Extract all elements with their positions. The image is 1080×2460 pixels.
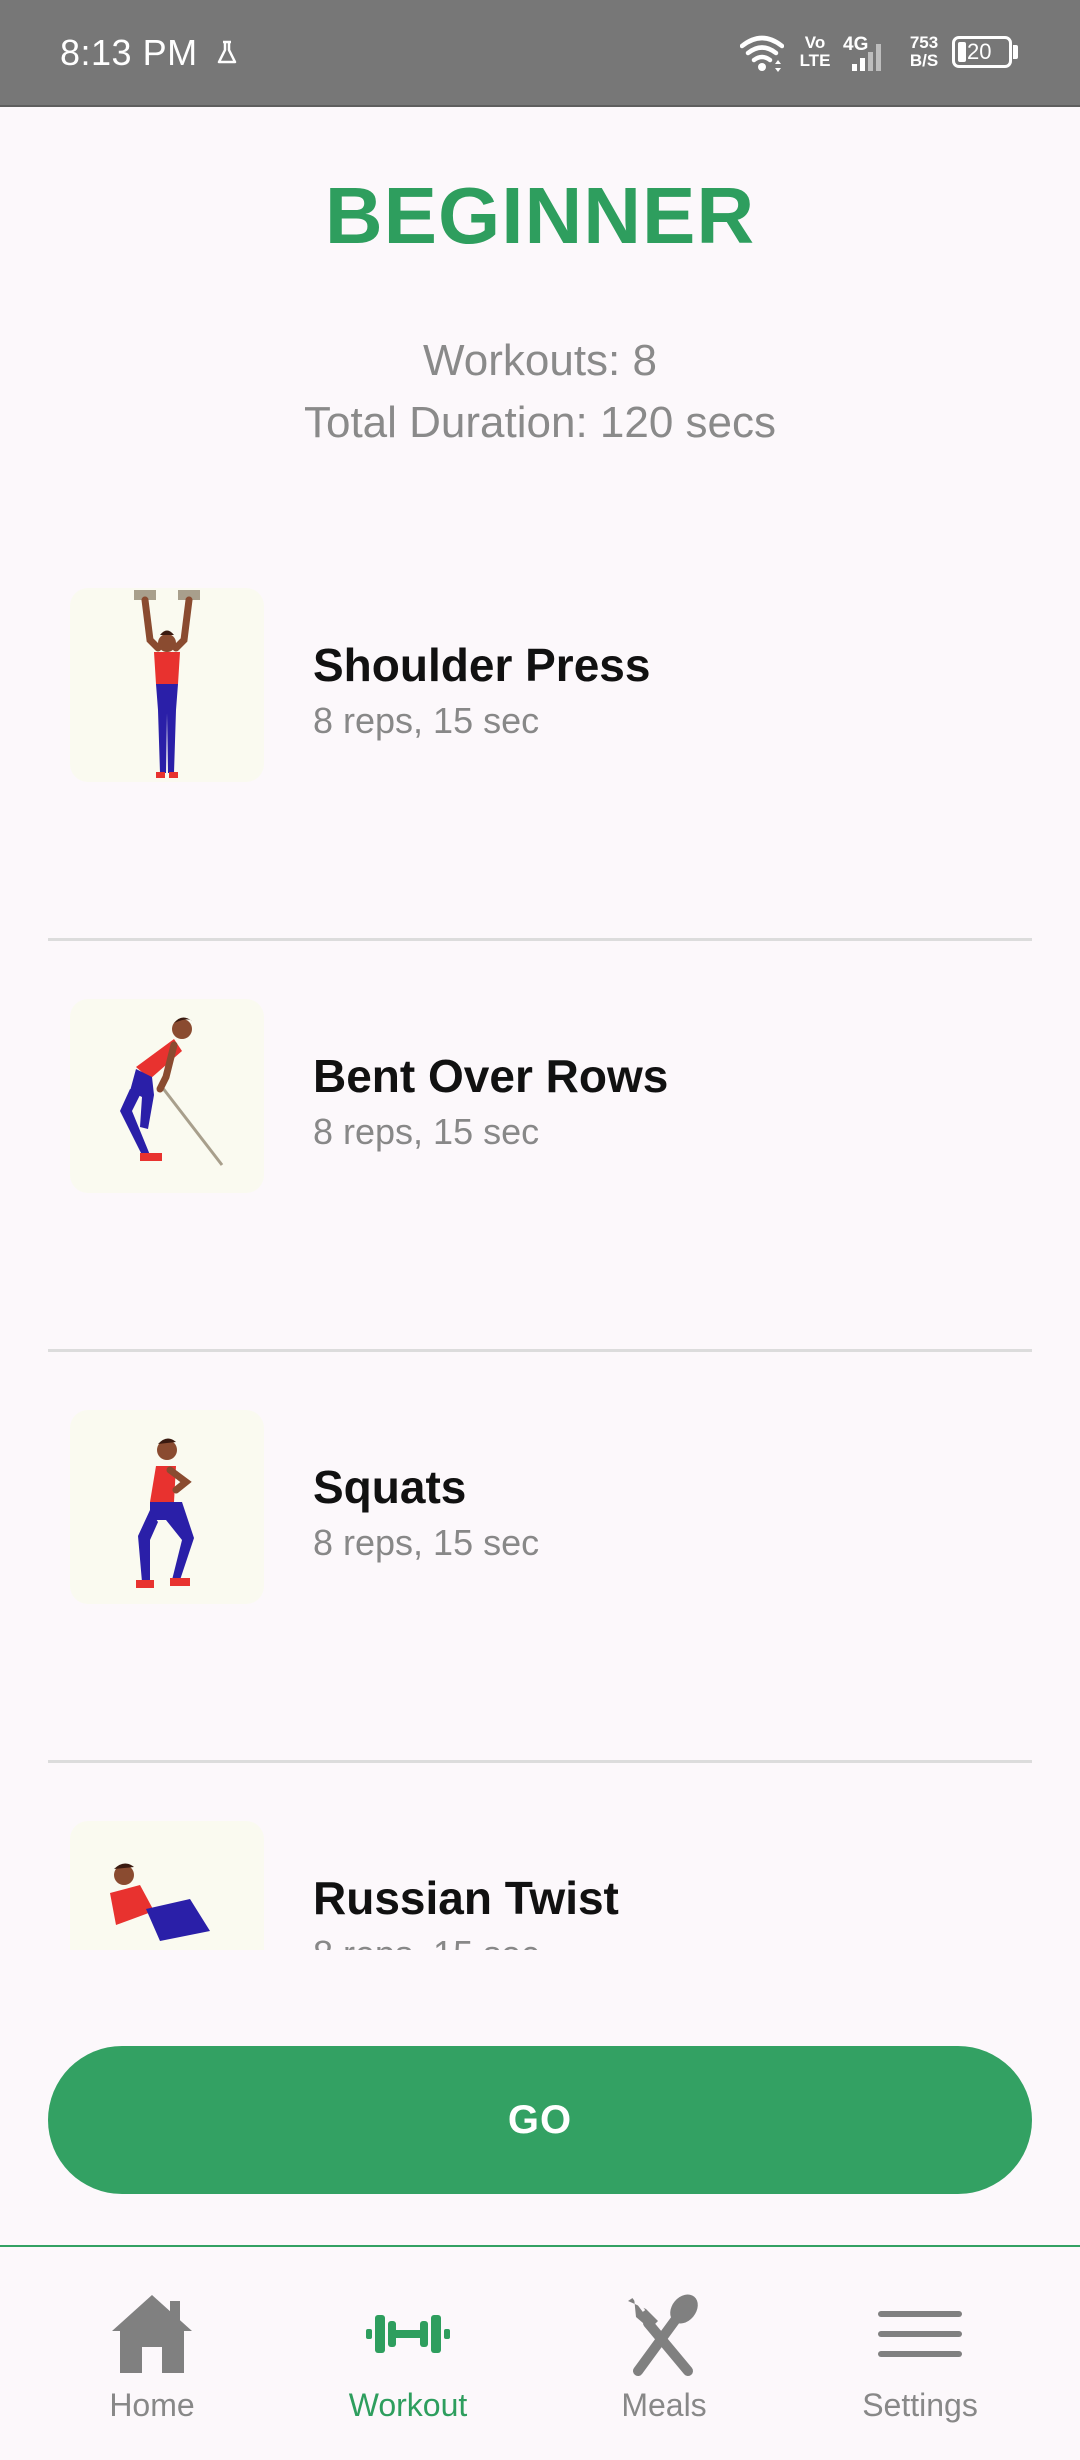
nav-label: Settings (862, 2387, 978, 2423)
network-speed: 753 B/S (904, 34, 944, 70)
bottom-nav: Home Workout Meals Settings (0, 2245, 1080, 2460)
exercise-list[interactable]: Shoulder Press 8 reps, 15 sec Bent Over … (0, 530, 1080, 1950)
speed-value: 753 (909, 33, 939, 52)
nav-label: Meals (621, 2387, 707, 2423)
battery-tip (1013, 45, 1018, 59)
status-time: 8:13 PM (60, 32, 198, 73)
nav-item-settings[interactable]: Settings (810, 2247, 1030, 2460)
battery-icon: 20 (952, 36, 1012, 68)
exercise-name: Russian Twist (313, 1872, 619, 1924)
go-button[interactable]: GO (48, 2046, 1032, 2194)
exercise-name: Bent Over Rows (313, 1050, 669, 1102)
exercise-detail: 8 reps, 15 sec (313, 1522, 540, 1563)
status-bar: 8:13 PM Vo LTE 4G 753 B/S 20 (0, 0, 1080, 107)
nav-label: Workout (348, 2387, 468, 2423)
nav-item-home[interactable]: Home (42, 2247, 262, 2460)
volte-bottom: LTE (799, 51, 831, 70)
page-title: BEGINNER (324, 171, 756, 260)
wifi-icon (740, 35, 784, 72)
nav-item-meals[interactable]: Meals (554, 2247, 774, 2460)
exercise-item-russian-twist[interactable]: Russian Twist 8 reps, 15 sec (48, 1763, 1032, 1950)
speed-unit: B/S (909, 51, 939, 70)
russian-twist-image (70, 1821, 264, 1950)
exercise-item-shoulder-press[interactable]: Shoulder Press 8 reps, 15 sec (48, 530, 1032, 941)
volte-indicator: Vo LTE (798, 34, 832, 70)
total-duration: Total Duration: 120 secs (303, 398, 777, 447)
battery-level: 20 (967, 39, 992, 64)
exercise-name: Shoulder Press (313, 639, 651, 691)
signal-icon (852, 44, 881, 71)
dumbbell-icon (366, 2315, 450, 2353)
home-icon (112, 2295, 192, 2373)
flask-icon (217, 40, 237, 64)
exercise-item-squats[interactable]: Squats 8 reps, 15 sec (48, 1352, 1032, 1763)
exercise-item-bent-over-rows[interactable]: Bent Over Rows 8 reps, 15 sec (48, 941, 1032, 1352)
volte-top: Vo (804, 33, 826, 52)
exercise-name: Squats (313, 1461, 467, 1513)
exercise-detail: 8 reps, 15 sec (313, 1933, 539, 1950)
workouts-count: Workouts: 8 (423, 336, 657, 385)
bent-over-rows-image (70, 999, 264, 1193)
shoulder-press-image (70, 588, 264, 782)
hamburger-menu-icon (878, 2311, 962, 2357)
nav-item-workout[interactable]: Workout (298, 2247, 518, 2460)
squats-image (70, 1410, 264, 1604)
nav-label: Home (109, 2387, 195, 2423)
exercise-detail: 8 reps, 15 sec (313, 1111, 540, 1152)
workout-summary: Workouts: 8 Total Duration: 120 secs (0, 330, 1080, 454)
exercise-detail: 8 reps, 15 sec (313, 700, 540, 741)
fork-spoon-icon (628, 2292, 698, 2376)
